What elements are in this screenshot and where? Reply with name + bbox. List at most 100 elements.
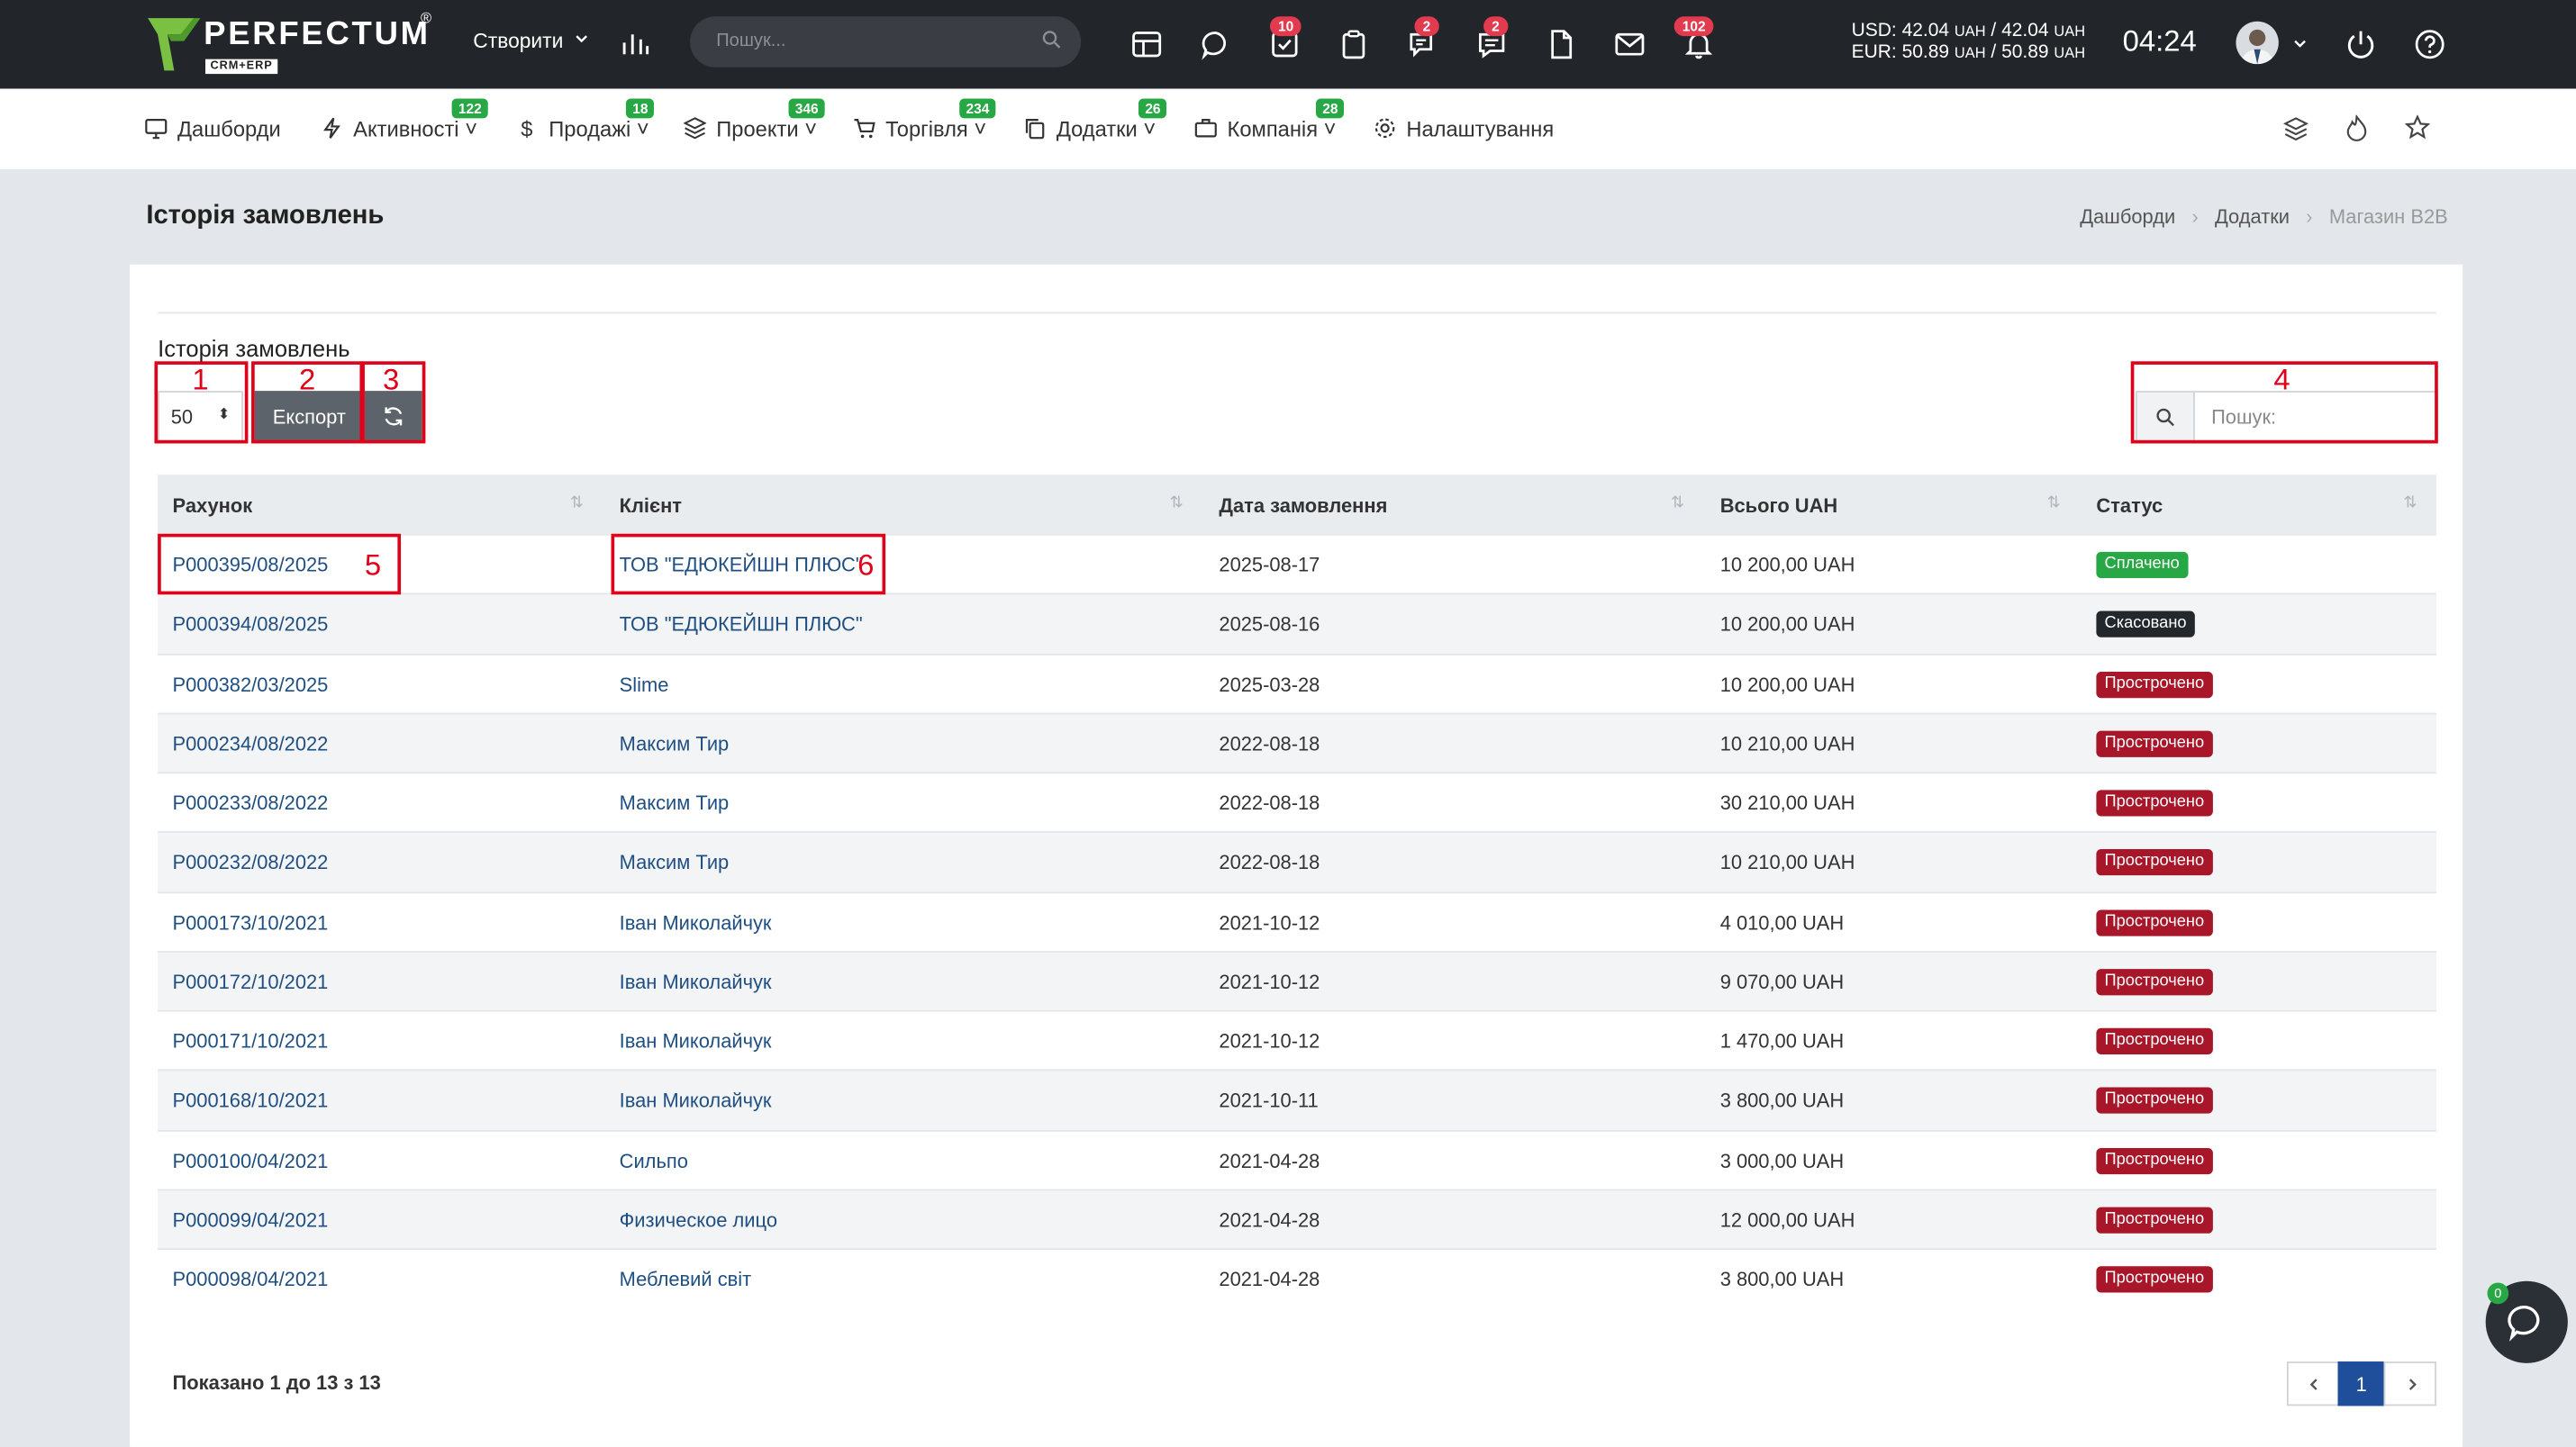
chart-icon[interactable] [621, 28, 650, 58]
clipboard-icon[interactable] [1338, 28, 1370, 60]
sort-icon[interactable]: ⇅ [2403, 494, 2417, 512]
global-search-placeholder: Пошук... [716, 31, 786, 51]
global-search-input[interactable]: Пошук... [690, 16, 1082, 68]
invoice-link[interactable]: P000232/08/2022 [173, 851, 329, 874]
invoice-link[interactable]: P000171/10/2021 [173, 1030, 329, 1054]
table-row: P000171/10/2021 Іван Миколайчук 2021-10-12… [158, 1009, 2436, 1071]
help-icon[interactable] [2413, 28, 2445, 60]
invoice-link[interactable]: P000233/08/2022 [173, 791, 329, 815]
table-icon[interactable] [1130, 28, 1163, 60]
nav-trade[interactable]: Торгівля ˅ 234 [853, 98, 996, 141]
layers-icon[interactable] [2283, 117, 2308, 141]
client-link[interactable]: Меблевий світ [620, 1268, 752, 1291]
invoice-link[interactable]: P000394/08/2025 [173, 613, 329, 637]
nav-sales[interactable]: $ Продажі ˅ 18 [516, 98, 655, 141]
chevron-down-icon[interactable] [2293, 38, 2307, 51]
invoice-link[interactable]: P000100/04/2021 [173, 1149, 329, 1172]
divider [158, 312, 2436, 314]
breadcrumb-item[interactable]: Дашборди [2080, 205, 2175, 229]
status-badge: Прострочено [2096, 671, 2213, 698]
sort-icon[interactable]: ⇅ [1671, 494, 1684, 512]
perfectum-logo-icon[interactable] [145, 14, 204, 74]
client-link[interactable]: Іван Миколайчук [620, 1030, 772, 1054]
column-order-date[interactable]: Дата замовлення [1219, 494, 1387, 518]
brand-name: PERFECTUM [204, 16, 431, 53]
chevron-left-icon [2309, 1379, 2317, 1390]
usd-currency: UAH [1954, 23, 1986, 40]
order-total: 1 470,00 UAH [1719, 1029, 1845, 1054]
nav-sales-badge: 18 [625, 98, 655, 119]
column-client[interactable]: Клієнт [620, 494, 682, 518]
table-row: P000172/10/2021 Іван Миколайчук 2021-10-12… [158, 950, 2436, 1012]
column-status[interactable]: Статус [2096, 494, 2163, 518]
table-row: P000100/04/2021 Сильпо 2021-04-28 3 000,00 … [158, 1128, 2436, 1189]
nav-activities[interactable]: Активності ˅ 122 [321, 98, 489, 141]
breadcrumb-item[interactable]: Додатки [2215, 205, 2290, 229]
order-total: 30 210,00 UAH [1719, 791, 1855, 815]
page-title: Історія замовлень [146, 202, 385, 231]
column-invoice[interactable]: Рахунок [173, 494, 253, 518]
create-label: Створити [473, 29, 564, 53]
layers-icon [683, 117, 707, 140]
dollar-icon: $ [521, 118, 532, 141]
client-link[interactable]: Максим Тир [620, 732, 730, 755]
nav-projects-label: Проекти [716, 116, 799, 141]
column-total[interactable]: Всього UAH [1720, 494, 1838, 518]
page-button-current[interactable]: 1 [2337, 1361, 2386, 1406]
order-total: 10 200,00 UAH [1719, 553, 1855, 577]
nav-settings[interactable]: Налаштування [1374, 117, 1554, 141]
client-link[interactable]: Іван Миколайчук [620, 971, 772, 994]
showing-info: Показано 1 до 13 з 13 [172, 1371, 381, 1395]
nav-apps[interactable]: Додатки ˅ 26 [1023, 98, 1167, 141]
next-page-button[interactable] [2383, 1361, 2436, 1406]
search-icon[interactable] [1041, 30, 1061, 54]
page-number: 1 [2355, 1372, 2367, 1397]
table-row: P000395/08/2025 ТОВ "ЕДЮКЕЙШН ПЛЮС" 2025-0… [158, 533, 2436, 594]
client-link[interactable]: Максим Тир [620, 791, 730, 815]
nav-activities-badge: 122 [451, 98, 489, 119]
nav-apps-label: Додатки [1056, 116, 1138, 141]
nav-trade-label: Торгівля [885, 116, 968, 141]
mail-icon[interactable] [1613, 28, 1646, 60]
invoice-link[interactable]: P000098/04/2021 [173, 1268, 329, 1291]
sort-icon[interactable]: ⇅ [570, 494, 584, 512]
invoice-link[interactable]: P000382/03/2025 [173, 673, 329, 696]
nav-company-badge: 28 [1316, 98, 1345, 119]
prev-page-button[interactable] [2286, 1361, 2340, 1406]
invoice-link[interactable]: P000168/10/2021 [173, 1090, 329, 1113]
user-avatar[interactable] [2236, 21, 2279, 65]
client-link[interactable]: Іван Миколайчук [620, 910, 772, 934]
briefcase-icon [1194, 119, 1217, 138]
invoice-link[interactable]: P000173/10/2021 [173, 910, 329, 934]
client-link[interactable]: Максим Тир [620, 851, 730, 874]
nav-company-label: Компанія [1227, 116, 1319, 141]
order-date: 2025-08-17 [1219, 553, 1320, 577]
sort-icon[interactable]: ⇅ [2047, 494, 2061, 512]
invoice-link[interactable]: P000099/04/2021 [173, 1208, 329, 1232]
annotation-box [611, 533, 886, 595]
invoice-link[interactable]: P000234/08/2022 [173, 732, 329, 755]
flame-icon[interactable] [2345, 114, 2369, 141]
nav-dashboards[interactable]: Дашборди [145, 117, 281, 141]
file-icon[interactable] [1545, 28, 1577, 60]
nav-projects[interactable]: Проекти ˅ 346 [683, 98, 825, 141]
star-icon[interactable] [2405, 114, 2430, 140]
invoice-link[interactable]: P000172/10/2021 [173, 971, 329, 994]
client-link[interactable]: Физическое лицо [620, 1208, 777, 1232]
order-total: 9 070,00 UAH [1719, 970, 1845, 994]
power-icon[interactable] [2345, 28, 2377, 60]
client-link[interactable]: Slime [620, 673, 669, 696]
create-menu-button[interactable]: Створити [473, 29, 588, 53]
tasks-badge: 10 [1269, 16, 1302, 37]
sort-icon[interactable]: ⇅ [1170, 494, 1184, 512]
chat-bubble-icon[interactable] [1200, 28, 1232, 60]
client-link[interactable]: Іван Миколайчук [620, 1090, 772, 1113]
nav-company[interactable]: Компанія ˅ 28 [1194, 98, 1345, 141]
annotation-number: 5 [364, 548, 382, 582]
client-link[interactable]: Сильпо [620, 1149, 688, 1172]
copy-icon [1025, 119, 1045, 140]
clock: 04:24 [2122, 24, 2197, 58]
chevron-right-icon [2408, 1379, 2417, 1390]
order-total: 10 210,00 UAH [1719, 851, 1855, 874]
client-link[interactable]: ТОВ "ЕДЮКЕЙШН ПЛЮС" [620, 613, 863, 637]
